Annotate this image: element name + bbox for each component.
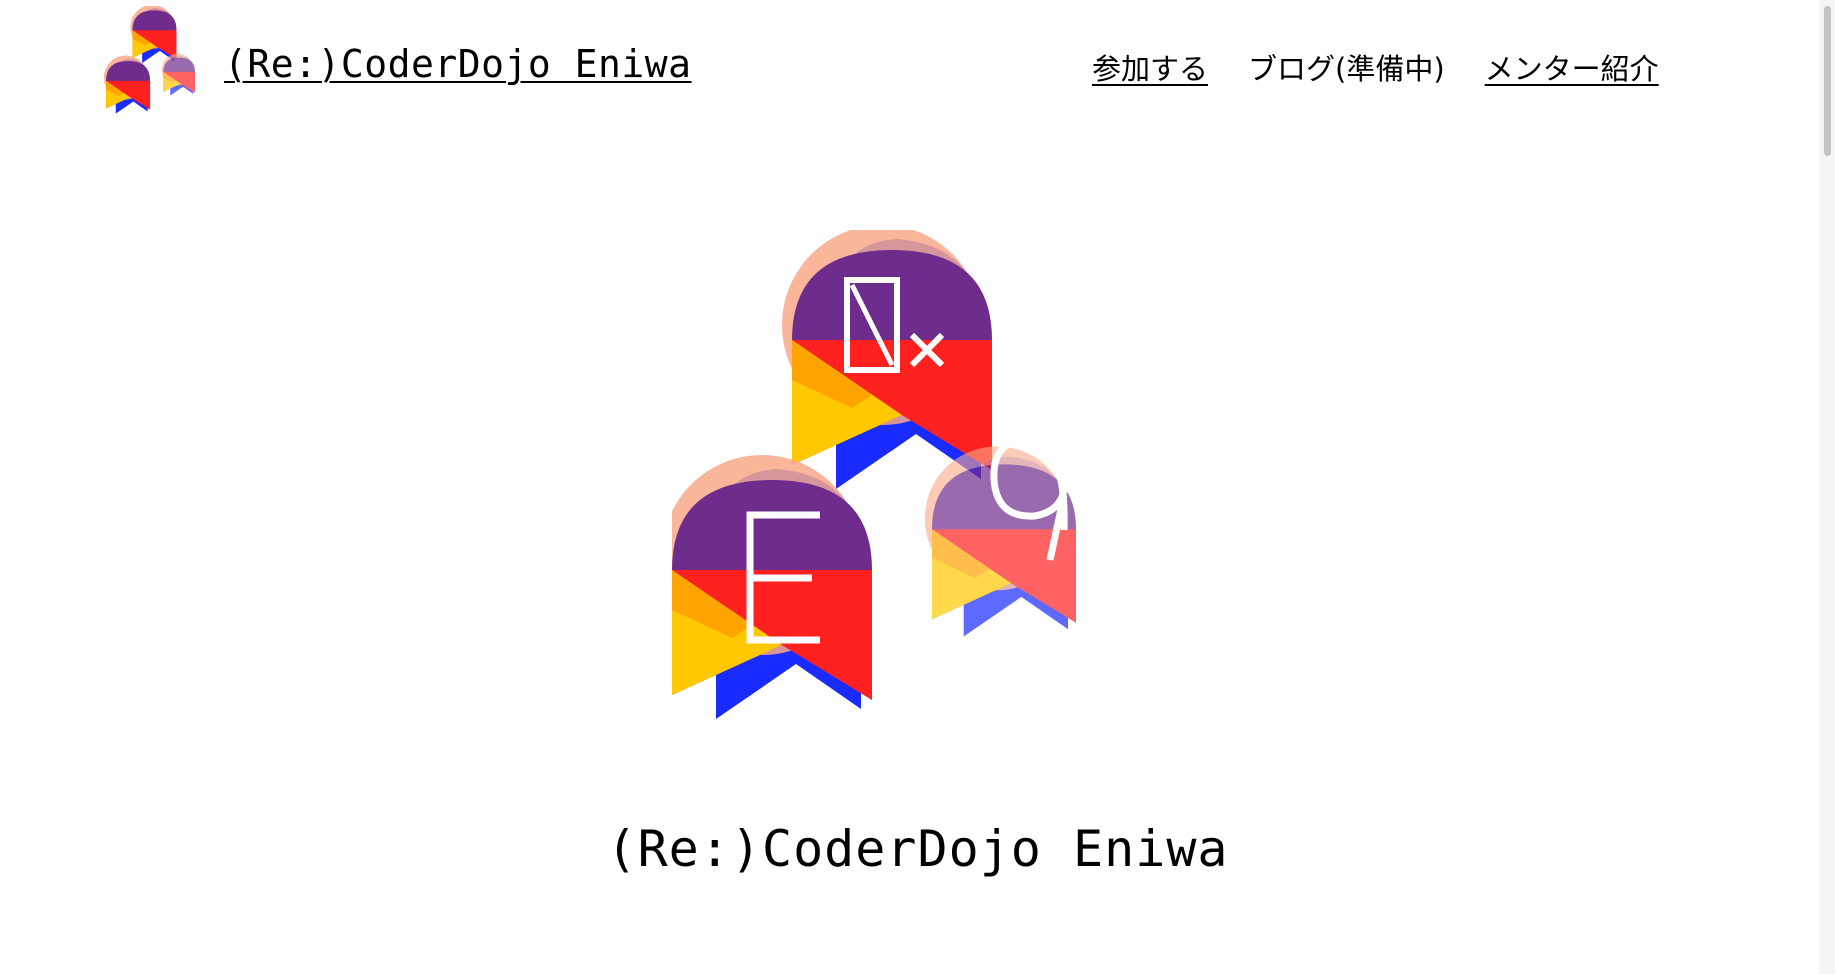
logo-bubble-left bbox=[672, 455, 872, 719]
brand-title[interactable]: (Re:)CoderDojo Eniwa bbox=[224, 42, 692, 86]
nav-link-mentors[interactable]: メンター紹介 bbox=[1485, 46, 1659, 88]
brand-home-link[interactable]: (Re:)CoderDojo Eniwa bbox=[102, 6, 692, 126]
nav-link-blog[interactable]: ブログ(準備中) bbox=[1248, 46, 1445, 88]
nav-link-join[interactable]: 参加する bbox=[1092, 46, 1208, 88]
site-logo-icon bbox=[103, 6, 195, 114]
hero-title: (Re:)CoderDojo Eniwa bbox=[606, 820, 1229, 878]
site-header: (Re:)CoderDojo Eniwa 参加する ブログ(準備中) メンター紹… bbox=[0, 0, 1835, 150]
main-nav: 参加する ブログ(準備中) メンター紹介 bbox=[1092, 46, 1659, 88]
scrollbar-thumb[interactable] bbox=[1824, 6, 1831, 156]
logo-bubble-top bbox=[782, 230, 992, 489]
hero-logo-icon bbox=[672, 230, 1076, 719]
